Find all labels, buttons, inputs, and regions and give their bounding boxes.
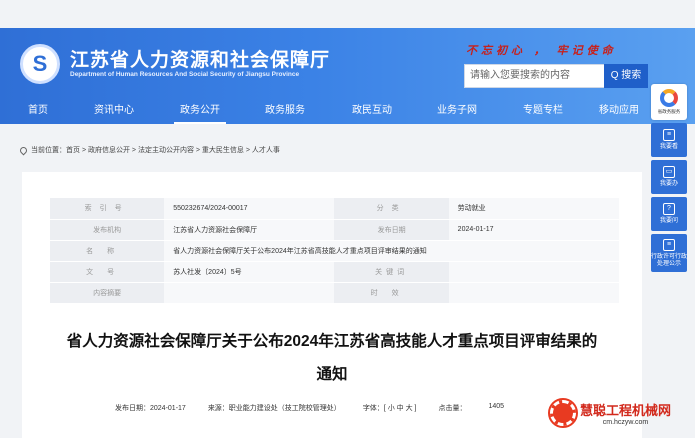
- search-input[interactable]: 请输入您要搜索的内容: [464, 64, 604, 88]
- doc-number-value: 苏人社发〔2024〕5号: [164, 261, 335, 283]
- publish-date: 发布日期：2024-01-17: [115, 405, 186, 412]
- nav-services[interactable]: 政务服务: [240, 98, 330, 124]
- breadcrumb: 当前位置：首页 > 政府信息公开 > 法定主动公开内容 > 重大民生信息 > 人…: [18, 145, 280, 155]
- validity-value: [448, 282, 619, 304]
- watermark: 慧聪工程机械网 cm.hczyw.com: [548, 398, 671, 428]
- view-count-label: 点击量：: [438, 405, 467, 412]
- nav-topics[interactable]: 专题专栏: [504, 98, 582, 124]
- summary-value: [164, 282, 335, 304]
- page: S 江苏省人力资源和社会保障厅 Department of Human Reso…: [0, 0, 695, 438]
- table-row: 内容摘要 时效: [50, 282, 619, 304]
- logo-icon: S: [32, 51, 48, 76]
- float-item-label: 我要办: [659, 181, 678, 187]
- article-title-line1: 省人力资源社会保障厅关于公布2024年江苏省高技能人才重点项目评审结果的: [66, 333, 598, 350]
- table-row: 文号 苏人社发〔2024〕5号 关键词: [50, 261, 619, 283]
- main-nav: 首页 资讯中心 政务公开 政务服务 政民互动 业务子网 专题专栏 移动应用: [0, 98, 695, 124]
- table-row: 索引号 550232674/2024-00017 分类 劳动就业: [50, 198, 619, 220]
- float-item-permits[interactable]: ≡ 行政许可行政处理公示: [651, 234, 687, 272]
- gov-service-icon: [660, 89, 678, 107]
- keyword-label: 关键词: [334, 261, 449, 283]
- nav-interaction[interactable]: 政民互动: [338, 98, 406, 124]
- article-info: 发布日期：2024-01-17 来源：职业能力建设处（技工院校管理处） 字体：[…: [115, 403, 526, 413]
- list-icon: ≡: [663, 238, 675, 251]
- name-value: 省人力资源社会保障厅关于公布2024年江苏省高技能人才重点项目评审结果的通知: [164, 240, 619, 262]
- nav-subnet[interactable]: 业务子网: [414, 98, 500, 124]
- document-icon: ≡: [663, 129, 675, 141]
- gov-service-link[interactable]: 省政务服务: [651, 84, 687, 120]
- search-button[interactable]: Q 搜索: [604, 64, 648, 88]
- article-card: 索引号 550232674/2024-00017 分类 劳动就业 发布机构 江苏…: [22, 172, 642, 438]
- float-item-label: 我要问: [659, 218, 678, 224]
- index-value: 550232674/2024-00017: [164, 198, 335, 220]
- nav-gov-open[interactable]: 政务公开: [174, 98, 226, 124]
- table-row: 名称 省人力资源社会保障厅关于公布2024年江苏省高技能人才重点项目评审结果的通…: [50, 240, 619, 262]
- table-row: 发布机构 江苏省人力资源社会保障厅 发布日期 2024-01-17: [50, 219, 619, 241]
- float-item-label: 行政许可行政处理公示: [651, 253, 688, 267]
- location-pin-icon: [18, 145, 29, 155]
- float-item-view[interactable]: ≡ 我要看: [651, 123, 687, 157]
- slogan: 不忘初心 ， 牢记使命: [466, 44, 617, 57]
- watermark-title: 慧聪工程机械网: [580, 403, 672, 418]
- doc-number-label: 文号: [50, 261, 165, 283]
- site-title: 江苏省人力资源和社会保障厅: [70, 50, 331, 71]
- category-value: 劳动就业: [448, 198, 619, 220]
- org-value: 江苏省人力资源社会保障厅: [164, 219, 335, 241]
- category-label: 分类: [334, 198, 449, 220]
- watermark-text: 慧聪工程机械网 cm.hczyw.com: [580, 400, 671, 426]
- date-label: 发布日期: [334, 219, 449, 241]
- site-subtitle: Department of Human Resources And Social…: [70, 71, 300, 78]
- float-item-handle[interactable]: ▭ 我要办: [651, 160, 687, 194]
- date-value: 2024-01-17: [448, 219, 619, 241]
- monitor-icon: ▭: [663, 166, 675, 178]
- float-item-label: 我要看: [659, 144, 678, 150]
- gov-service-label: 省政务服务: [657, 109, 681, 114]
- site-logo[interactable]: S: [20, 44, 60, 84]
- float-item-ask[interactable]: ? 我要问: [651, 197, 687, 231]
- index-label: 索引号: [50, 198, 165, 220]
- font-size-switcher[interactable]: 字体：[ 小 中 大 ]: [363, 403, 417, 413]
- view-count-value: 1405: [488, 403, 505, 410]
- question-icon: ?: [663, 203, 675, 215]
- nav-mobile[interactable]: 移动应用: [589, 98, 649, 124]
- site-header: S 江苏省人力资源和社会保障厅 Department of Human Reso…: [0, 28, 695, 124]
- org-label: 发布机构: [50, 219, 165, 241]
- article-source: 来源：职业能力建设处（技工院校管理处）: [207, 405, 341, 412]
- floating-sidebar: 省政务服务 ≡ 我要看 ▭ 我要办 ? 我要问 ≡ 行政许可行政处理公示: [651, 84, 687, 272]
- watermark-url: cm.hczyw.com: [602, 419, 649, 426]
- validity-label: 时效: [334, 282, 449, 304]
- keyword-value: [448, 261, 619, 283]
- breadcrumb-text[interactable]: 当前位置：首页 > 政府信息公开 > 法定主动公开内容 > 重大民生信息 > 人…: [31, 145, 280, 155]
- summary-label: 内容摘要: [50, 282, 165, 304]
- name-label: 名称: [50, 240, 165, 262]
- nav-news[interactable]: 资讯中心: [76, 98, 152, 124]
- metadata-table: 索引号 550232674/2024-00017 分类 劳动就业 发布机构 江苏…: [50, 198, 619, 304]
- article-title-line2: 通知: [316, 366, 348, 383]
- gear-icon: [548, 398, 578, 428]
- nav-home[interactable]: 首页: [0, 98, 76, 124]
- article-title: 省人力资源社会保障厅关于公布2024年江苏省高技能人才重点项目评审结果的 通知: [22, 328, 642, 388]
